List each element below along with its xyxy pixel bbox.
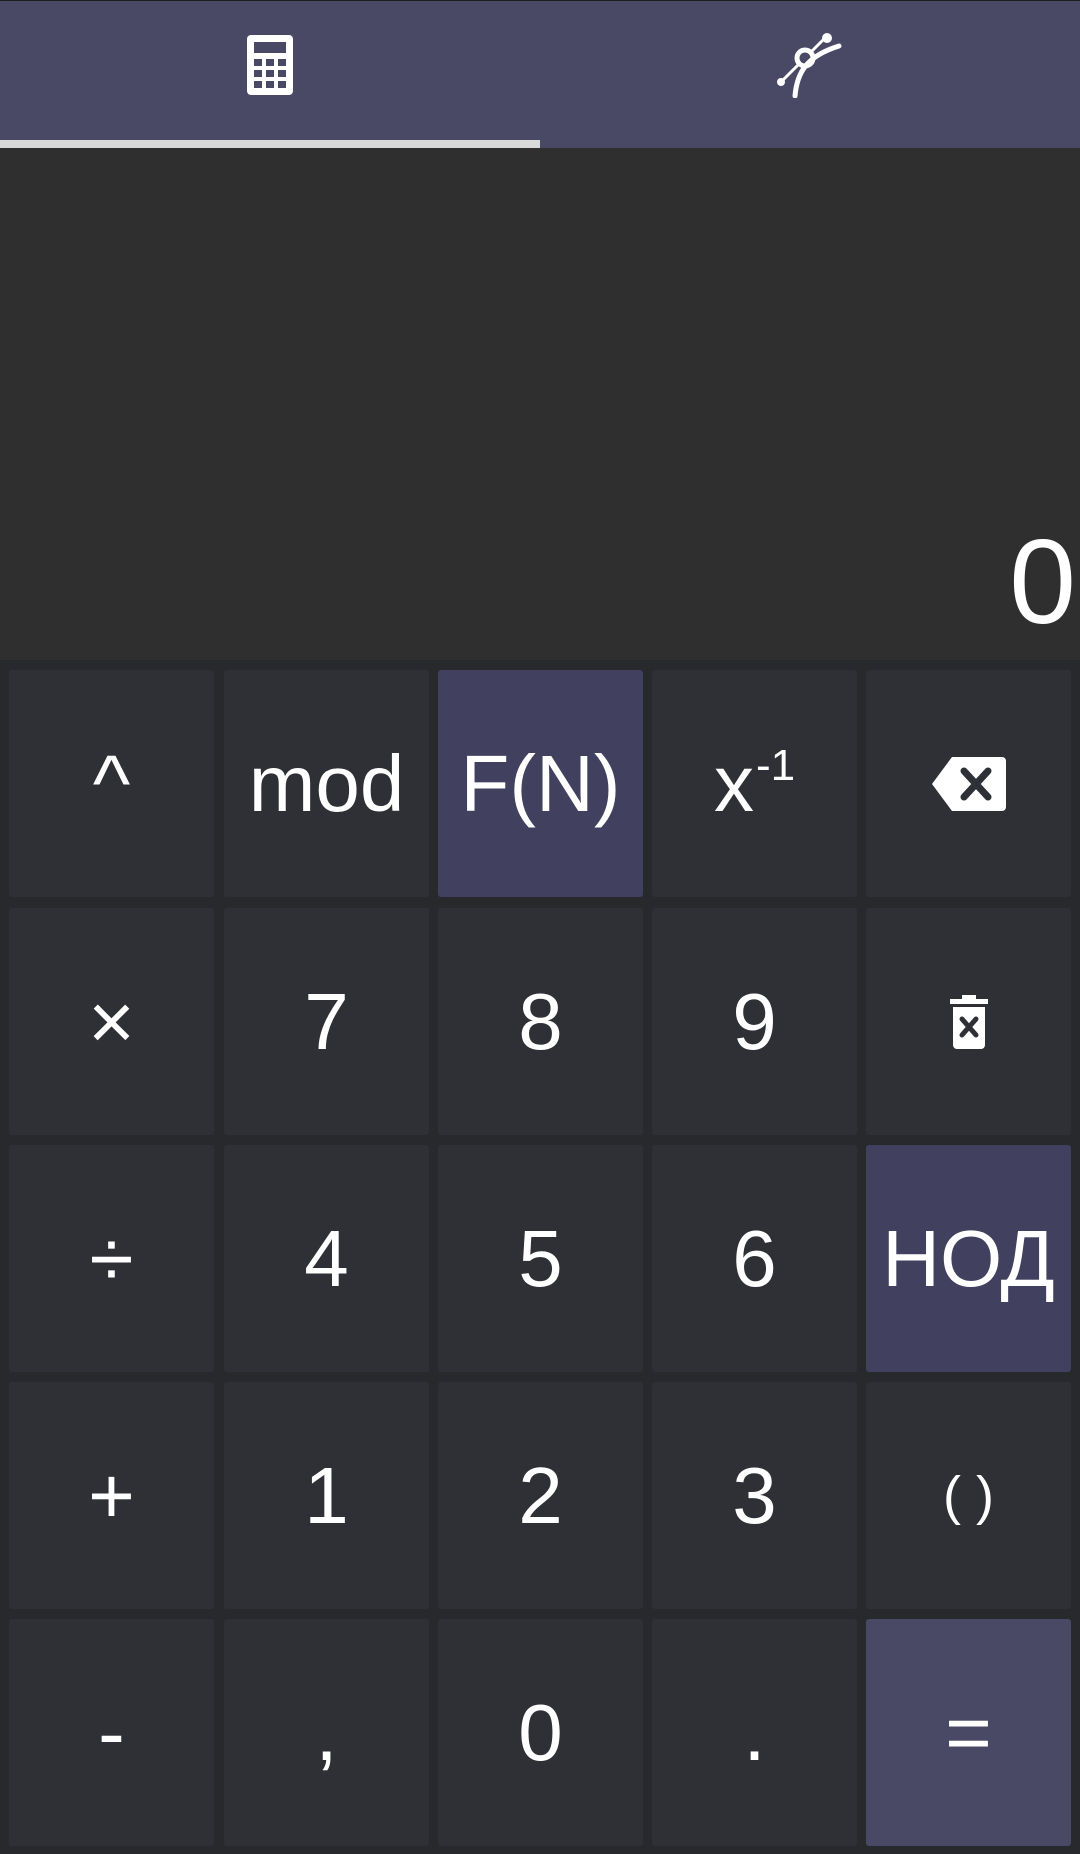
inverse-base: x <box>713 738 754 828</box>
digit-0-button[interactable]: 0 <box>438 1619 643 1846</box>
result-display: 0 <box>0 148 1080 660</box>
digit-8-button[interactable]: 8 <box>438 908 643 1135</box>
tab-graph[interactable] <box>540 1 1080 149</box>
multiply-button[interactable]: × <box>9 908 214 1135</box>
tab-bar <box>0 0 1080 149</box>
minus-button[interactable]: - <box>9 1619 214 1846</box>
backspace-icon <box>931 738 1006 830</box>
inverse-button[interactable]: x -1 <box>652 670 857 897</box>
tab-calculator[interactable] <box>0 1 540 149</box>
digit-1-button[interactable]: 1 <box>224 1382 429 1609</box>
gcd-button[interactable]: НОД <box>866 1145 1071 1372</box>
calculator-icon <box>247 35 293 95</box>
equals-button[interactable]: = <box>866 1619 1071 1846</box>
plus-button[interactable]: + <box>9 1382 214 1609</box>
digit-4-button[interactable]: 4 <box>224 1145 429 1372</box>
comma-button[interactable]: , <box>224 1619 429 1846</box>
curve-graph-icon <box>777 32 843 98</box>
clear-button[interactable] <box>866 908 1071 1135</box>
digit-5-button[interactable]: 5 <box>438 1145 643 1372</box>
digit-9-button[interactable]: 9 <box>652 908 857 1135</box>
parentheses-button[interactable]: ( ) <box>866 1382 1071 1609</box>
mod-button[interactable]: mod <box>224 670 429 897</box>
power-button[interactable]: ^ <box>9 670 214 897</box>
digit-3-button[interactable]: 3 <box>652 1382 857 1609</box>
function-button[interactable]: F(N) <box>438 670 643 897</box>
backspace-button[interactable] <box>866 670 1071 897</box>
digit-6-button[interactable]: 6 <box>652 1145 857 1372</box>
digit-7-button[interactable]: 7 <box>224 908 429 1135</box>
trash-icon <box>949 976 988 1068</box>
display-value: 0 <box>1009 515 1076 649</box>
inverse-exponent: -1 <box>755 740 796 790</box>
decimal-point-button[interactable]: . <box>652 1619 857 1846</box>
keypad: ^ mod F(N) x-1 × 7 8 9 ÷ 4 5 6 НОД + 1 <box>0 660 1080 1854</box>
digit-2-button[interactable]: 2 <box>438 1382 643 1609</box>
divide-button[interactable]: ÷ <box>9 1145 214 1372</box>
